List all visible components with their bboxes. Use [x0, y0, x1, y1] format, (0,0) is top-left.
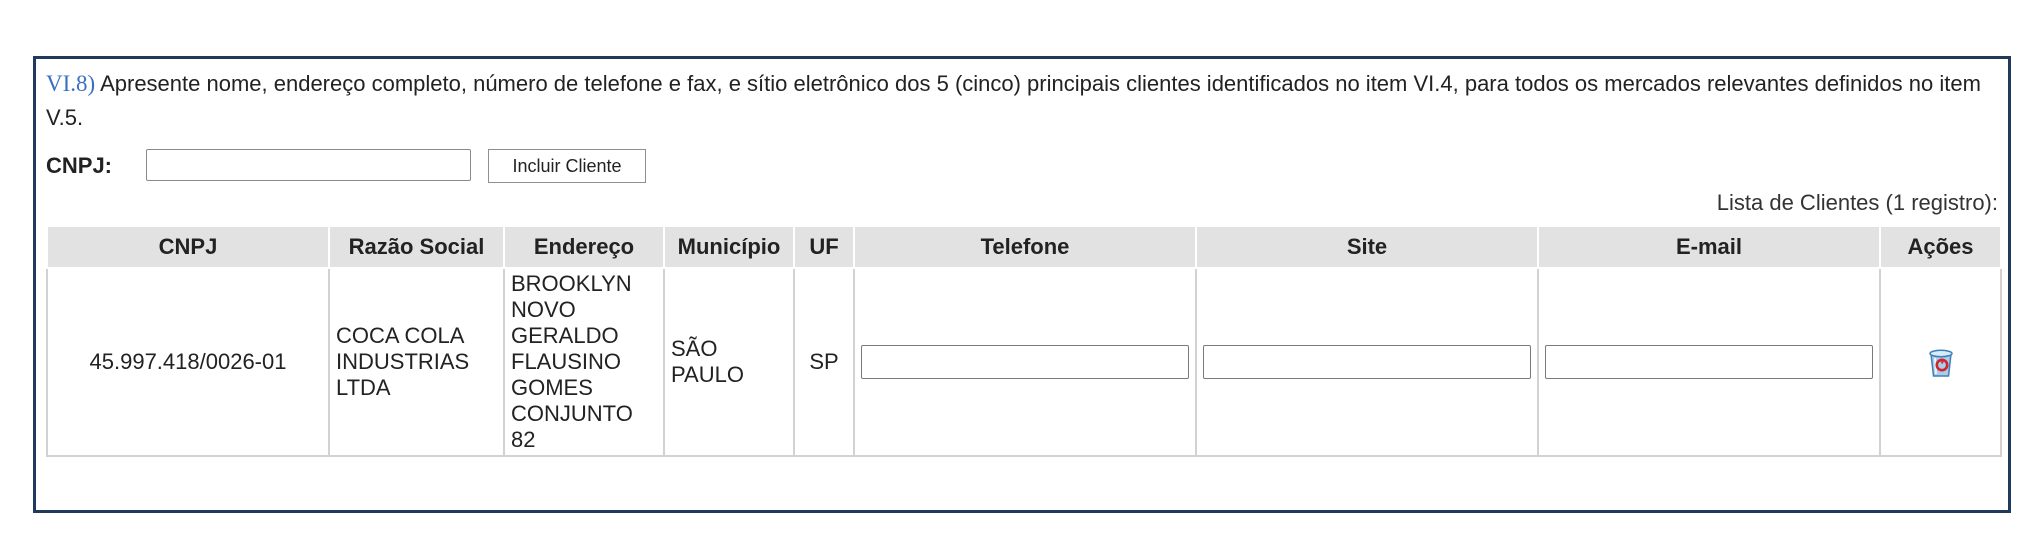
cell-cnpj: 45.997.418/0026-01: [46, 267, 330, 457]
question-number: VI.8): [46, 71, 96, 96]
question-text-block: VI.8) Apresente nome, endereço completo,…: [46, 67, 1996, 135]
cell-site: [1195, 267, 1539, 457]
column-header-cnpj: CNPJ: [46, 225, 330, 269]
table-row: 45.997.418/0026-01 COCA COLA INDUSTRIAS …: [46, 267, 2002, 457]
cell-acoes: [1879, 267, 2002, 457]
list-caption: Lista de Clientes (1 registro):: [1716, 190, 1998, 215]
column-header-site: Site: [1195, 225, 1539, 269]
column-header-endereco: Endereço: [503, 225, 665, 269]
table-header-row: CNPJ Razão Social Endereço Município UF …: [46, 225, 2002, 269]
cell-endereco: BROOKLYN NOVO GERALDO FLAUSINO GOMES CON…: [503, 267, 665, 457]
clients-table: CNPJ Razão Social Endereço Município UF …: [46, 225, 2002, 457]
cell-telefone: [853, 267, 1197, 457]
column-header-telefone: Telefone: [853, 225, 1197, 269]
column-header-acoes: Ações: [1879, 225, 2002, 269]
cell-email: [1537, 267, 1881, 457]
client-list-panel: VI.8) Apresente nome, endereço completo,…: [33, 56, 2011, 513]
email-input[interactable]: [1545, 345, 1873, 379]
cnpj-input[interactable]: [146, 149, 471, 181]
cnpj-label: CNPJ:: [46, 153, 113, 178]
column-header-municipio: Município: [663, 225, 795, 269]
telefone-input[interactable]: [861, 345, 1189, 379]
column-header-uf: UF: [793, 225, 855, 269]
site-input[interactable]: [1203, 345, 1531, 379]
incluir-cliente-button[interactable]: Incluir Cliente: [488, 149, 646, 183]
cell-municipio: SÃO PAULO: [663, 267, 795, 457]
column-header-email: E-mail: [1537, 225, 1881, 269]
question-text: Apresente nome, endereço completo, númer…: [46, 71, 1981, 130]
recycle-bin-icon[interactable]: [1924, 345, 1958, 379]
cell-razao-social: COCA COLA INDUSTRIAS LTDA: [328, 267, 505, 457]
column-header-razao-social: Razão Social: [328, 225, 505, 269]
cell-uf: SP: [793, 267, 855, 457]
